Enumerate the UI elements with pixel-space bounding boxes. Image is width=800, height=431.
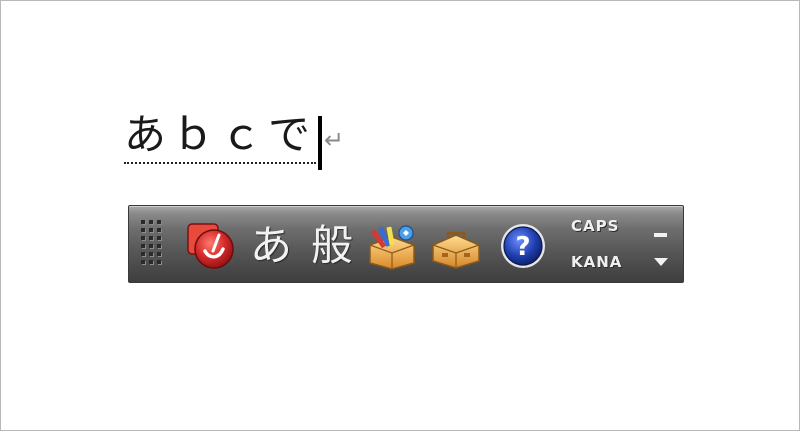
text-caret — [318, 116, 323, 170]
composition-text: あｂｃで — [124, 109, 317, 164]
help-button[interactable]: ? — [495, 218, 551, 274]
ime-composition[interactable]: あｂｃで ↵ — [124, 108, 345, 170]
options-arrow-icon — [654, 258, 668, 266]
kana-label: KANA — [571, 253, 623, 271]
kana-indicator: KANA — [571, 250, 622, 274]
options-button[interactable] — [651, 252, 671, 272]
ime-brush-icon — [187, 223, 234, 269]
input-mode-button[interactable]: あ — [245, 218, 297, 274]
conversion-mode-button[interactable]: 般 — [303, 218, 361, 274]
return-mark-icon: ↵ — [324, 126, 345, 154]
ime-pad-icon — [369, 225, 415, 270]
ime-language-bar[interactable]: あ 般 ? CAPS KANA — [128, 205, 684, 283]
help-icon: ? — [501, 224, 545, 268]
conversion-mode-label: 般 — [310, 221, 353, 270]
ime-pad-button[interactable] — [365, 218, 421, 274]
caps-label: CAPS — [571, 217, 620, 235]
minimize-icon — [654, 233, 667, 237]
svg-text:?: ? — [515, 232, 530, 262]
input-mode-label: あ — [249, 221, 292, 270]
toolbox-icon — [432, 231, 480, 269]
minimize-button[interactable] — [651, 222, 671, 242]
drag-grip-handle[interactable] — [141, 220, 165, 272]
caps-indicator: CAPS — [571, 214, 619, 238]
tools-button[interactable] — [429, 218, 483, 274]
ime-button[interactable] — [183, 218, 239, 274]
